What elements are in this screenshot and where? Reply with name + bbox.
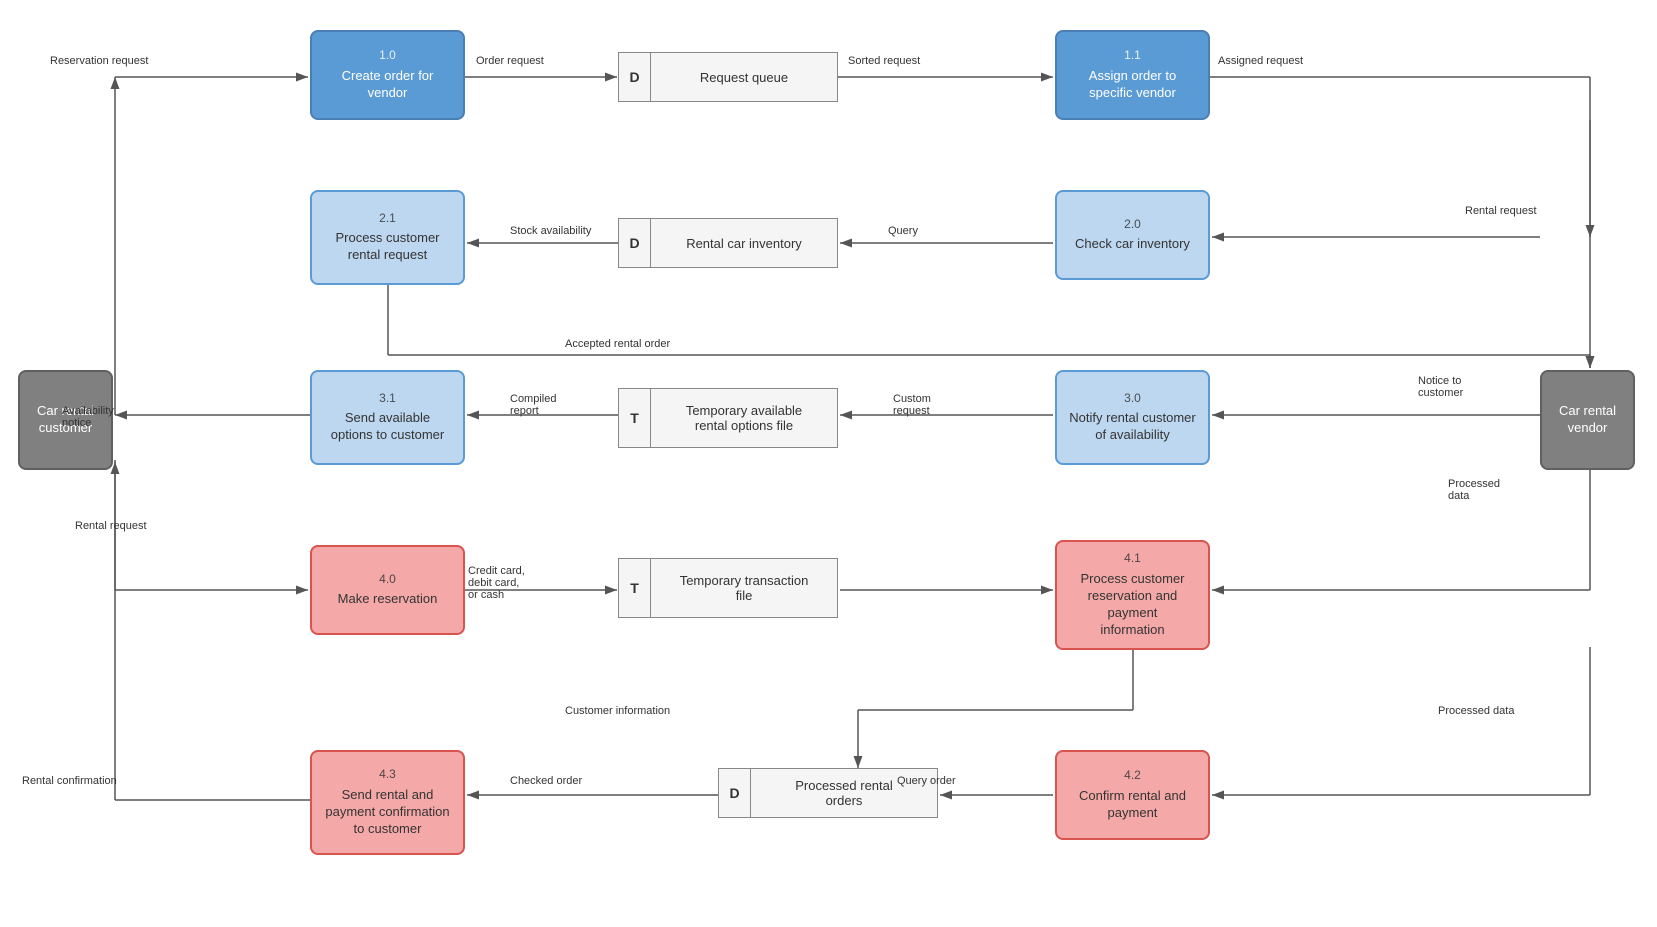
label-processed-data-top: Processeddata	[1448, 478, 1500, 502]
process-43: 4.3 Send rental and payment confirmation…	[310, 750, 465, 855]
process-43-number: 4.3	[379, 767, 396, 783]
process-11-label: Assign order to specific vendor	[1089, 68, 1176, 102]
datastore-car-inventory-name: Rental car inventory	[651, 230, 837, 257]
label-availability-notice: Availabilitynotice	[62, 405, 114, 429]
process-43-label: Send rental and payment confirmation to …	[325, 787, 449, 838]
label-query: Query	[888, 225, 918, 237]
process-30-number: 3.0	[1124, 391, 1141, 407]
process-41: 4.1 Process customer reservation and pay…	[1055, 540, 1210, 650]
process-41-number: 4.1	[1124, 551, 1141, 567]
datastore-request-queue-name: Request queue	[651, 64, 837, 91]
label-order-request: Order request	[476, 55, 544, 67]
process-20-label: Check car inventory	[1075, 236, 1190, 253]
label-compiled-report: Compiledreport	[510, 393, 556, 417]
process-10-number: 1.0	[379, 48, 396, 64]
process-41-label: Process customer reservation and payment…	[1080, 571, 1184, 639]
datastore-processed-orders-letter: D	[719, 769, 751, 817]
entity-vendor: Car rental vendor	[1540, 370, 1635, 470]
datastore-temp-options-name: Temporary available rental options file	[651, 397, 837, 439]
process-31-label: Send available options to customer	[331, 410, 444, 444]
entity-vendor-label: Car rental vendor	[1559, 403, 1616, 437]
label-rental-request-left: Rental request	[75, 520, 147, 532]
label-accepted-rental: Accepted rental order	[565, 338, 670, 350]
datastore-temp-transaction: T Temporary transaction file	[618, 558, 838, 618]
datastore-temp-transaction-letter: T	[619, 559, 651, 617]
label-assigned-request: Assigned request	[1218, 55, 1303, 67]
process-42: 4.2 Confirm rental and payment	[1055, 750, 1210, 840]
process-11: 1.1 Assign order to specific vendor	[1055, 30, 1210, 120]
datastore-temp-options-letter: T	[619, 389, 651, 447]
process-30: 3.0 Notify rental customer of availabili…	[1055, 370, 1210, 465]
process-10-label: Create order for vendor	[342, 68, 434, 102]
datastore-temp-options: T Temporary available rental options fil…	[618, 388, 838, 448]
process-42-number: 4.2	[1124, 768, 1141, 784]
process-42-label: Confirm rental and payment	[1079, 788, 1186, 822]
process-11-number: 1.1	[1124, 48, 1141, 64]
label-checked-order: Checked order	[510, 775, 582, 787]
process-21-number: 2.1	[379, 211, 396, 227]
process-31-number: 3.1	[379, 391, 396, 407]
label-query-order: Query order	[897, 775, 956, 787]
process-21: 2.1 Process customer rental request	[310, 190, 465, 285]
label-credit-card: Credit card,debit card,or cash	[468, 565, 525, 601]
datastore-car-inventory-letter: D	[619, 219, 651, 267]
process-40-number: 4.0	[379, 572, 396, 588]
datastore-temp-transaction-name: Temporary transaction file	[651, 567, 837, 609]
process-31: 3.1 Send available options to customer	[310, 370, 465, 465]
process-30-label: Notify rental customer of availability	[1069, 410, 1195, 444]
label-reservation-request: Reservation request	[50, 55, 148, 67]
label-sorted-request: Sorted request	[848, 55, 920, 67]
label-notice-to-customer: Notice tocustomer	[1418, 375, 1463, 399]
process-20: 2.0 Check car inventory	[1055, 190, 1210, 280]
datastore-car-inventory: D Rental car inventory	[618, 218, 838, 268]
label-custom-request: Customrequest	[893, 393, 931, 417]
label-processed-data-bottom: Processed data	[1438, 705, 1514, 717]
label-rental-confirmation: Rental confirmation	[22, 775, 117, 787]
diagram-container: Car rental customer Car rental vendor 1.…	[0, 0, 1657, 927]
process-40: 4.0 Make reservation	[310, 545, 465, 635]
process-20-number: 2.0	[1124, 217, 1141, 233]
label-rental-request-right: Rental request	[1465, 205, 1537, 217]
process-40-label: Make reservation	[338, 591, 438, 608]
label-customer-information: Customer information	[565, 705, 670, 717]
process-10: 1.0 Create order for vendor	[310, 30, 465, 120]
datastore-request-queue: D Request queue	[618, 52, 838, 102]
label-stock-availability: Stock availability	[510, 225, 591, 237]
datastore-request-queue-letter: D	[619, 53, 651, 101]
process-21-label: Process customer rental request	[335, 230, 439, 264]
